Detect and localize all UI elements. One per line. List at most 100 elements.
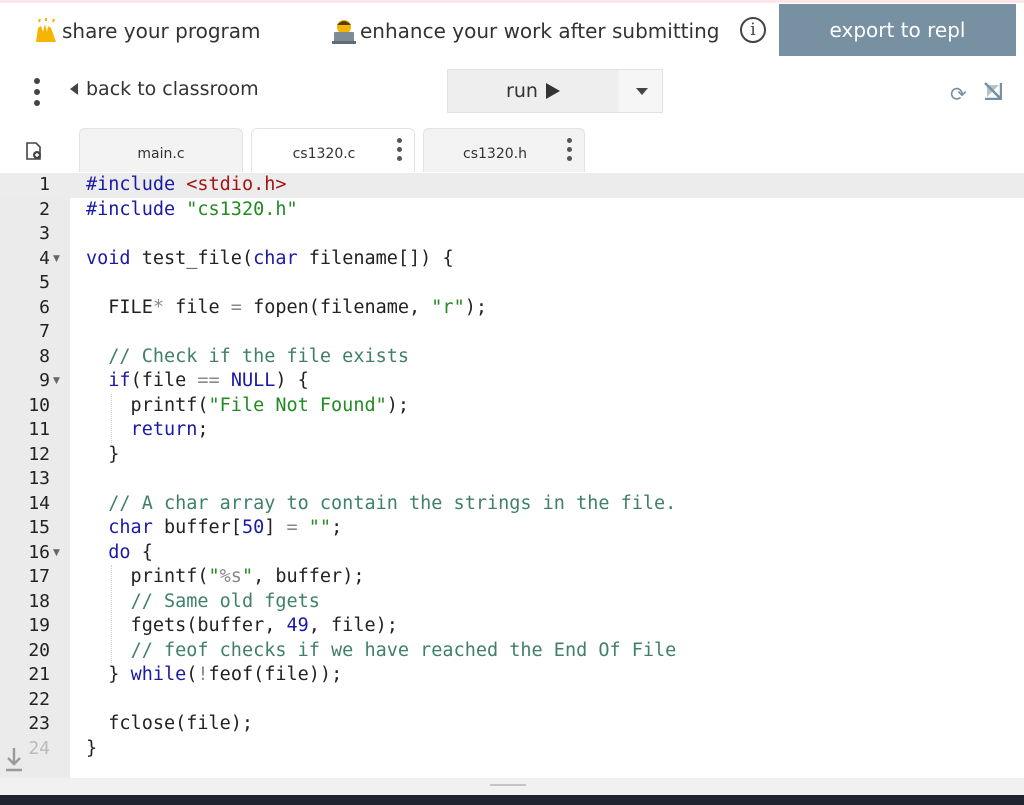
code-editor[interactable]: 1 #include <stdio.h> 2 #include "cs1320.h" 3… bbox=[0, 173, 1024, 778]
line-number: 7 bbox=[39, 321, 50, 342]
fold-arrow-icon[interactable]: ▼ bbox=[53, 247, 60, 272]
code-text: #include <stdio.h> bbox=[86, 173, 287, 198]
code-token: " bbox=[241, 566, 254, 587]
code-text: // A char array to contain the strings i… bbox=[86, 492, 676, 517]
line-number: 20 bbox=[28, 639, 50, 661]
code-line[interactable]: 16 ▼ do { bbox=[0, 541, 1024, 566]
code-line[interactable]: 8 // Check if the file exists bbox=[0, 345, 1024, 370]
new-file-icon[interactable] bbox=[26, 142, 42, 160]
code-line[interactable]: 21 } while(!feof(file)); bbox=[0, 663, 1024, 688]
code-token: file bbox=[163, 296, 231, 318]
fold-arrow-icon[interactable]: ▼ bbox=[53, 369, 60, 394]
tab-cs1320-h[interactable]: cs1320.h bbox=[423, 128, 585, 172]
code-token: filename[]) { bbox=[297, 247, 454, 269]
code-line[interactable]: 15 char buffer[50] = ""; bbox=[0, 516, 1024, 541]
share-program-link[interactable]: share your program bbox=[32, 18, 261, 44]
back-arrow-icon bbox=[70, 83, 78, 95]
code-token: "r" bbox=[431, 296, 465, 318]
code-token: NULL bbox=[230, 370, 276, 391]
code-token: } bbox=[86, 443, 120, 465]
line-number: 5 bbox=[39, 272, 50, 293]
code-token: "" bbox=[308, 517, 332, 538]
code-token: 49 bbox=[286, 615, 309, 636]
code-line[interactable]: 2 #include "cs1320.h" bbox=[0, 198, 1024, 223]
code-token: 50 bbox=[241, 517, 265, 538]
code-line[interactable]: 10 printf("File Not Found"); bbox=[0, 394, 1024, 419]
code-line[interactable]: 3 bbox=[0, 222, 1024, 247]
code-line[interactable]: 13 bbox=[0, 467, 1024, 492]
code-text: fgets(buffer, 49, file); bbox=[86, 614, 398, 639]
download-icon[interactable] bbox=[0, 744, 28, 774]
line-number: 19 bbox=[28, 615, 50, 636]
code-line[interactable]: 14 // A char array to contain the string… bbox=[0, 492, 1024, 517]
code-text: } bbox=[86, 737, 97, 762]
code-token: ! bbox=[197, 664, 209, 685]
code-token: * bbox=[152, 296, 164, 318]
run-control: run bbox=[447, 69, 663, 113]
line-number: 12 bbox=[28, 443, 50, 465]
code-text: // Same old fgets bbox=[86, 590, 320, 615]
code-line[interactable]: 11 return; bbox=[0, 418, 1024, 443]
code-token: fopen(filename, bbox=[241, 296, 432, 318]
code-text: printf("%s", buffer); bbox=[86, 565, 365, 590]
code-line[interactable]: 20 // feof checks if we have reached the… bbox=[0, 639, 1024, 664]
back-to-classroom-link[interactable]: back to classroom bbox=[70, 78, 259, 100]
code-line[interactable]: 24} bbox=[0, 737, 1024, 762]
enhance-work-link[interactable]: enhance your work after submitting bbox=[330, 18, 719, 44]
kebab-menu-icon[interactable] bbox=[34, 78, 40, 108]
code-line[interactable]: 1 #include <stdio.h> bbox=[0, 173, 1024, 198]
collapse-panel-icon[interactable] bbox=[984, 82, 1002, 100]
code-line[interactable]: 12 } bbox=[0, 443, 1024, 468]
person-with-laptop-icon bbox=[332, 20, 356, 44]
code-line[interactable]: 7 bbox=[0, 320, 1024, 345]
code-token: = bbox=[230, 296, 242, 318]
code-line[interactable]: 17 printf("%s", buffer); bbox=[0, 565, 1024, 590]
refresh-icon[interactable]: ⟳ bbox=[950, 82, 967, 106]
code-text: do { bbox=[86, 541, 153, 566]
tab-cs1320-c[interactable]: cs1320.c bbox=[251, 128, 415, 172]
code-token: fclose(file); bbox=[86, 713, 254, 734]
code-token: , buffer); bbox=[253, 566, 365, 587]
run-button[interactable]: run bbox=[448, 70, 618, 112]
tab-options-icon[interactable] bbox=[567, 138, 572, 165]
code-line[interactable]: 18 // Same old fgets bbox=[0, 590, 1024, 615]
code-token: return bbox=[130, 419, 198, 440]
export-to-repl-button[interactable]: export to repl bbox=[779, 4, 1016, 56]
info-icon[interactable]: i bbox=[740, 17, 766, 43]
indent-guide bbox=[111, 565, 113, 663]
code-text: // Check if the file exists bbox=[86, 345, 409, 370]
resize-grip bbox=[490, 784, 526, 786]
run-dropdown-button[interactable] bbox=[620, 70, 662, 112]
code-line[interactable]: 22 bbox=[0, 688, 1024, 713]
code-token: %s bbox=[219, 566, 242, 587]
code-text: if(file == NULL) { bbox=[86, 369, 309, 394]
code-line[interactable]: 19 fgets(buffer, 49, file); bbox=[0, 614, 1024, 639]
code-token: ( bbox=[186, 664, 198, 685]
console-resize-handle[interactable] bbox=[0, 778, 1024, 795]
line-number: 15 bbox=[28, 517, 50, 538]
line-number: 4 bbox=[39, 247, 50, 269]
code-token: do bbox=[108, 541, 131, 563]
code-token: #include bbox=[86, 174, 187, 195]
code-line[interactable]: 4 ▼ void test_file(char filename[]) { bbox=[0, 247, 1024, 272]
code-text: // feof checks if we have reached the En… bbox=[86, 639, 677, 664]
tab-options-icon[interactable] bbox=[397, 138, 402, 165]
tab-main-c[interactable]: main.c bbox=[79, 128, 243, 172]
back-to-classroom-label: back to classroom bbox=[86, 78, 259, 100]
code-text: } while(!feof(file)); bbox=[86, 663, 342, 688]
code-line[interactable]: 6 FILE* file = fopen(filename, "r"); bbox=[0, 296, 1024, 321]
code-token: // feof checks if we have reached the En… bbox=[130, 639, 677, 661]
code-token: test_file( bbox=[130, 247, 254, 269]
line-number: 13 bbox=[28, 468, 50, 489]
code-line[interactable]: 23 fclose(file); bbox=[0, 712, 1024, 737]
code-line[interactable]: 5 bbox=[0, 271, 1024, 296]
code-token: , file); bbox=[308, 615, 398, 636]
code-token: ] bbox=[264, 517, 287, 538]
chevron-down-icon bbox=[636, 88, 648, 95]
line-number: 18 bbox=[28, 590, 50, 612]
fold-arrow-icon[interactable]: ▼ bbox=[53, 541, 60, 566]
code-line[interactable]: 9 ▼ if(file == NULL) { bbox=[0, 369, 1024, 394]
